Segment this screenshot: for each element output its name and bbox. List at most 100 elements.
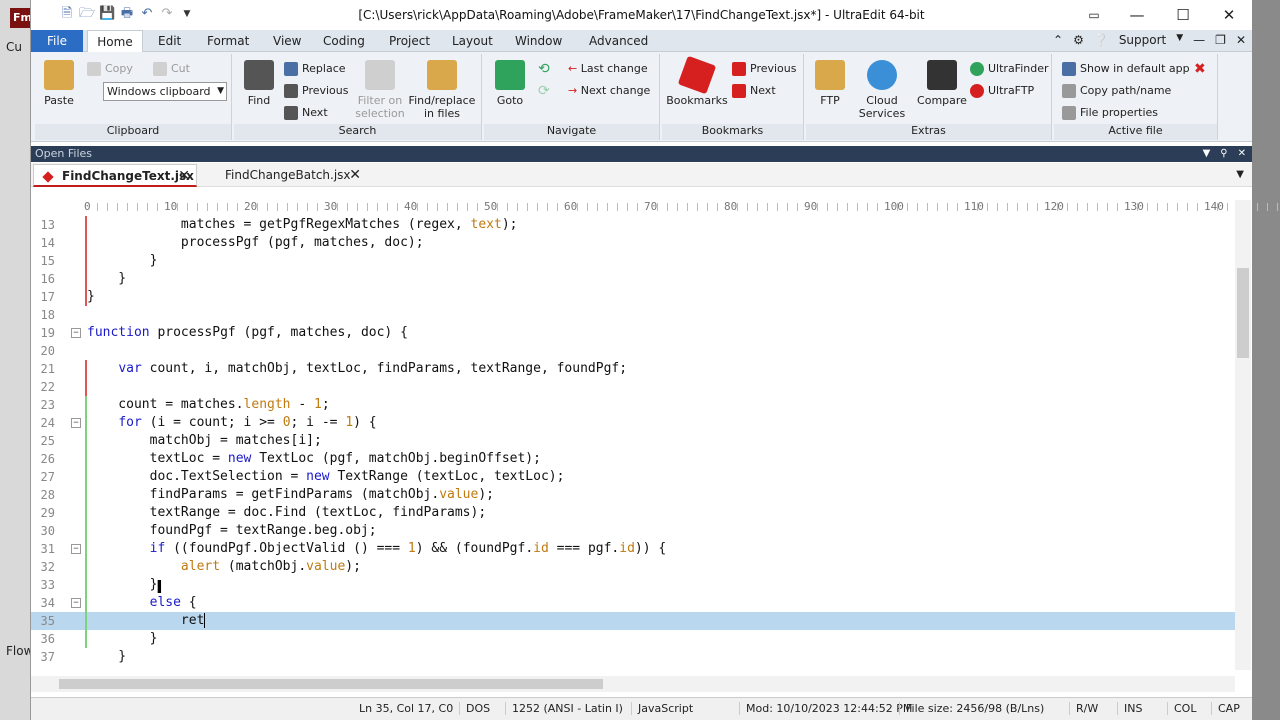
code-line[interactable]: 35 ret [31,612,1235,630]
copy-path-button[interactable]: Copy path/name [1062,82,1171,100]
copy-button[interactable]: Copy [87,60,133,78]
encoding-select[interactable]: 1252 (ANSI - Latin I) [505,702,623,715]
collapse-ribbon-icon[interactable]: ⌃ [1053,33,1063,47]
settings-icon[interactable]: ⚙ [1073,33,1084,47]
tab-file[interactable]: File [31,30,83,52]
code-line[interactable]: 31 − if ((foundPgf.ObjectValid () === 1) … [31,540,1235,558]
tab-view[interactable]: View [273,30,301,52]
replace-button[interactable]: Replace [284,60,346,78]
bookmark-previous-button[interactable]: Previous [732,60,797,78]
tab-edit[interactable]: Edit [158,30,181,52]
code-line[interactable]: 24 − for (i = count; i >= 0; i -= 1) { [31,414,1235,432]
close-tab-icon[interactable]: ✕ [349,164,361,187]
ultraftp-button[interactable]: UltraFTP [970,82,1034,100]
line-ending[interactable]: DOS [459,702,490,715]
code-line[interactable]: 30 foundPgf = textRange.beg.obj; [31,522,1235,540]
code-line[interactable]: 36 } [31,630,1235,648]
cloud-services-button[interactable]: Cloud Services [852,60,912,120]
fold-toggle-icon[interactable]: − [71,544,81,554]
code-line[interactable]: 25 matchObj = matches[i]; [31,432,1235,450]
tab-advanced[interactable]: Advanced [589,30,648,52]
find-next-button[interactable]: Next [284,104,328,122]
code-line[interactable]: 19 − function processPgf (pgf, matches, do… [31,324,1235,342]
code-line[interactable]: 27 doc.TextSelection = new TextRange (te… [31,468,1235,486]
tab-layout[interactable]: Layout [452,30,493,52]
goto-button[interactable]: Goto [490,60,530,107]
window-options-icon[interactable]: ▭ [1074,4,1114,26]
compare-button[interactable]: Compare [914,60,970,107]
paste-button[interactable]: Paste [39,60,79,107]
maximize-button[interactable]: ☐ [1160,4,1206,26]
close-icon[interactable]: ✖ [1194,60,1206,78]
pin-icon[interactable]: ⚲ [1220,146,1227,162]
clipboard-select[interactable]: Windows clipboard ▼ [103,82,227,101]
last-change-button[interactable]: ← Last change [568,60,648,78]
code-line[interactable]: 21 var count, i, matchObj, textLoc, find… [31,360,1235,378]
forward-icon[interactable]: ⟳ [538,82,550,100]
help-icon[interactable]: ❔ [1094,33,1109,47]
code-line[interactable]: 33 } [31,576,1235,594]
code-line[interactable]: 29 textRange = doc.Find (textLoc, findPa… [31,504,1235,522]
code-line[interactable]: 20 [31,342,1235,360]
filter-selection-button[interactable]: Filter on selection [354,60,406,120]
fold-toggle-icon[interactable]: − [71,328,81,338]
code-line[interactable]: 17} [31,288,1235,306]
code-line[interactable]: 15 } [31,252,1235,270]
code-editor[interactable]: 13 matches = getPgfRegexMatches (regex, … [31,216,1235,668]
horizontal-scrollbar[interactable] [31,676,1235,692]
fold-toggle-icon[interactable]: − [71,418,81,428]
bookmark-next-button[interactable]: Next [732,82,776,100]
code-line[interactable]: 37 } [31,648,1235,666]
find-button[interactable]: Find [240,60,278,107]
tab-home[interactable]: Home [87,30,143,53]
fold-toggle-icon[interactable]: − [71,598,81,608]
rw-status[interactable]: R/W [1069,702,1098,715]
bookmarks-button[interactable]: Bookmarks [666,55,728,107]
ftp-button[interactable]: FTP [810,60,850,107]
code-line[interactable]: 13 matches = getPgfRegexMatches (regex, … [31,216,1235,234]
show-default-app-button[interactable]: Show in default app [1062,60,1190,78]
code-line[interactable]: 14 processPgf (pgf, matches, doc); [31,234,1235,252]
tab-format[interactable]: Format [207,30,249,52]
line-number: 17 [40,290,55,304]
doc-minimize-icon[interactable]: — [1193,33,1205,47]
scroll-thumb[interactable] [1237,268,1249,358]
doc-close-icon[interactable]: ✕ [1236,33,1246,47]
chevron-down-icon[interactable]: ▼ [1176,33,1183,47]
doc-restore-icon[interactable]: ❐ [1215,33,1226,47]
code-line[interactable]: 18 [31,306,1235,324]
ultrafinder-button[interactable]: UltraFinder [970,60,1049,78]
scroll-thumb[interactable] [59,679,603,689]
find-previous-button[interactable]: Previous [284,82,349,100]
find-replace-files-button[interactable]: Find/replace in files [408,60,476,120]
next-change-button[interactable]: → Next change [568,82,650,100]
vertical-scrollbar[interactable] [1235,200,1251,670]
cut-button[interactable]: Cut [153,60,190,78]
file-properties-button[interactable]: File properties [1062,104,1158,122]
code-line[interactable]: 28 findParams = getFindParams (matchObj.… [31,486,1235,504]
code-line[interactable]: 23 count = matches.length - 1; [31,396,1235,414]
code-line[interactable]: 26 textLoc = new TextLoc (pgf, matchObj.… [31,450,1235,468]
tab-list-chevron-icon[interactable]: ▼ [1236,169,1244,180]
close-tab-icon[interactable]: ✕ [178,165,190,188]
file-tab-active[interactable]: FindChangeText.jsx ✕ [33,164,197,187]
tab-window[interactable]: Window [515,30,562,52]
ruler-label: 90 [804,200,818,213]
chevron-down-icon[interactable]: ▼ [1203,146,1211,162]
code-line[interactable]: 22 [31,378,1235,396]
col-status[interactable]: COL [1167,702,1196,715]
ins-status[interactable]: INS [1117,702,1142,715]
ruler-tick [157,203,158,211]
tab-coding[interactable]: Coding [323,30,365,52]
minimize-button[interactable]: — [1114,4,1160,26]
code-line[interactable]: 16 } [31,270,1235,288]
file-tab[interactable]: FindChangeBatch.jsx ✕ [197,164,367,187]
close-icon[interactable]: ✕ [1238,146,1246,162]
language-select[interactable]: JavaScript [631,702,693,715]
back-icon[interactable]: ⟲ [538,60,550,78]
support-menu[interactable]: Support [1119,33,1166,47]
code-line[interactable]: 34 − else { [31,594,1235,612]
code-line[interactable]: 32 alert (matchObj.value); [31,558,1235,576]
tab-project[interactable]: Project [389,30,430,52]
close-button[interactable]: ✕ [1206,4,1252,26]
